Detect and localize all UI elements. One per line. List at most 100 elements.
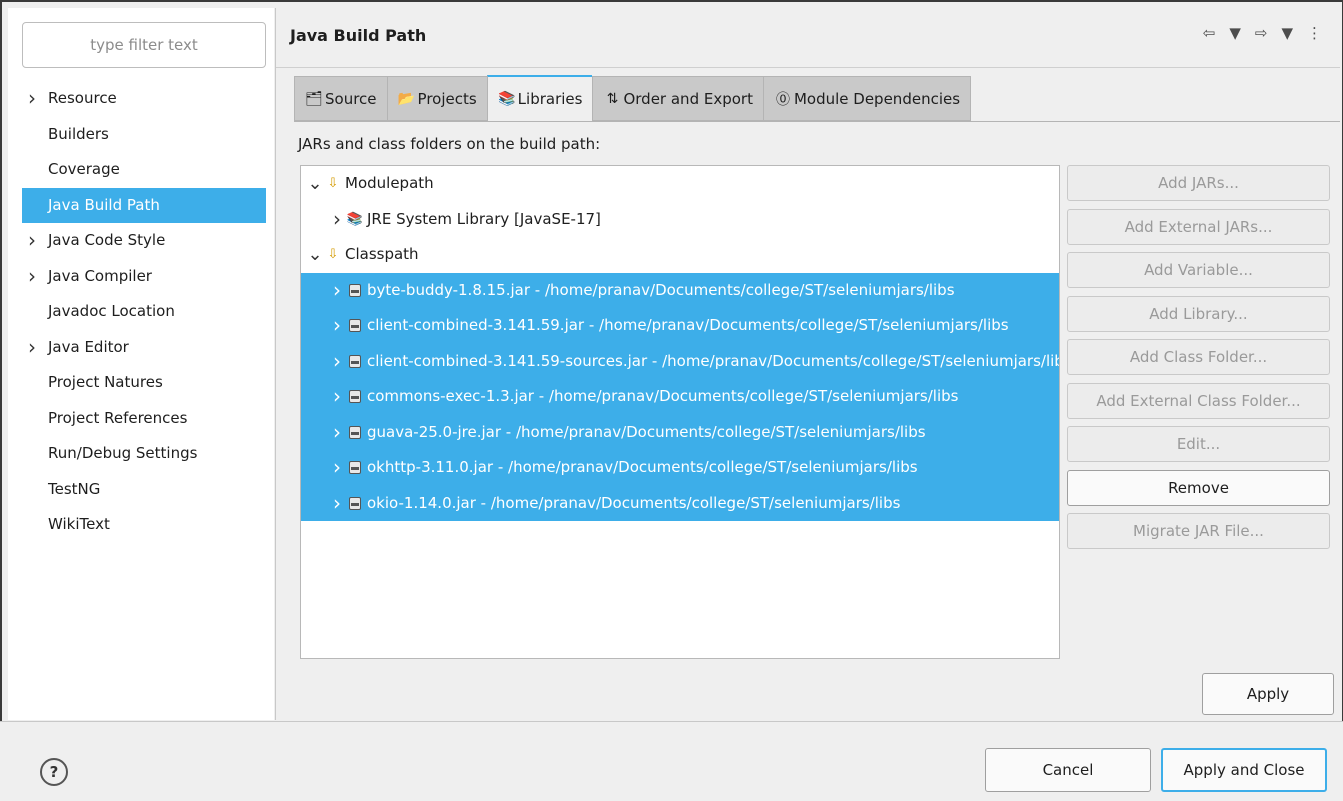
add-external-jars-button[interactable]: Add External JARs... xyxy=(1067,208,1330,245)
tab-bar: 🗂 Source 📂 Projects 📚 Libraries ⇅ Order and Exp… xyxy=(294,75,972,121)
tree-row[interactable]: › client-combined-3.141.59-sources.jar - … xyxy=(301,343,1059,380)
tree-row[interactable]: › okhttp-3.11.0.jar - /home/pranav/Docume… xyxy=(301,450,1059,486)
edit-button[interactable]: Edit... xyxy=(1067,426,1330,462)
add-jars-button[interactable]: Add JARs... xyxy=(1067,165,1330,201)
chevron-right-icon[interactable]: › xyxy=(28,81,44,116)
apply-button[interactable]: Apply xyxy=(1202,673,1334,715)
nav-item-java-code-style[interactable]: › Java Code Style xyxy=(22,223,266,259)
jar-icon xyxy=(345,379,365,415)
nav-item-project-natures[interactable]: Project Natures xyxy=(22,365,266,401)
jar-icon xyxy=(345,273,365,309)
chevron-right-icon[interactable]: › xyxy=(28,330,44,365)
build-path-pane: Java Build Path ⇦ ▼ ⇨ ▼ ⋮ 🗂 Source 📂 Projec… xyxy=(275,8,1340,720)
page-title: Java Build Path xyxy=(290,26,427,45)
nav-item-label: Javadoc Location xyxy=(48,302,175,320)
tree-row[interactable]: ⌄ ⇩ Classpath xyxy=(301,237,1059,273)
tree-row-label: okhttp-3.11.0.jar - /home/pranav/Documen… xyxy=(367,458,918,476)
tree-row-label: client-combined-3.141.59-sources.jar - /… xyxy=(367,351,1059,370)
back-arrow-icon[interactable]: ⇦ xyxy=(1203,24,1216,42)
properties-navigation: ›ResourceBuildersCoverageJava Build Path… xyxy=(8,8,274,720)
nav-item-java-build-path[interactable]: Java Build Path xyxy=(22,187,266,223)
add-external-class-folder-button[interactable]: Add External Class Folder... xyxy=(1067,382,1330,419)
tree-row-label: client-combined-3.141.59.jar - /home/pra… xyxy=(367,316,1009,334)
filter-input[interactable] xyxy=(22,22,266,68)
tree-row-label: commons-exec-1.3.jar - /home/pranav/Docu… xyxy=(367,387,959,405)
add-library-button[interactable]: Add Library... xyxy=(1067,295,1330,332)
tree-row-label: Modulepath xyxy=(345,174,434,192)
nav-item-label: Resource xyxy=(48,89,117,107)
tree-row[interactable]: › client-combined-3.141.59.jar - /home/pr… xyxy=(301,308,1059,344)
jar-icon xyxy=(345,450,365,486)
forward-arrow-icon[interactable]: ⇨ xyxy=(1255,24,1268,42)
tab-label: Module Dependencies xyxy=(793,89,961,108)
module-dependencies-icon: ⓪ xyxy=(775,91,790,108)
apply-and-close-button[interactable]: Apply and Close xyxy=(1161,748,1327,792)
forward-menu-icon[interactable]: ▼ xyxy=(1281,24,1293,42)
classpath-icon: ⇩ xyxy=(327,247,339,262)
tree-row-label: okio-1.14.0.jar - /home/pranav/Documents… xyxy=(367,493,901,512)
nav-item-javadoc-location[interactable]: Javadoc Location xyxy=(22,294,266,330)
tab-label: Libraries xyxy=(517,90,583,108)
add-variable-button[interactable]: Add Variable... xyxy=(1067,252,1330,288)
jar-icon xyxy=(345,308,365,344)
tree-row[interactable]: › 📚 JRE System Library [JavaSE-17] xyxy=(301,202,1059,238)
tab-libraries[interactable]: 📚 Libraries xyxy=(486,75,593,121)
more-options-icon[interactable]: ⋮ xyxy=(1307,24,1322,42)
chevron-right-icon[interactable]: › xyxy=(28,259,44,294)
jar-icon xyxy=(345,486,365,522)
nav-item-java-compiler[interactable]: › Java Compiler xyxy=(22,259,266,295)
nav-item-wikitext[interactable]: WikiText xyxy=(22,507,266,543)
nav-item-java-editor[interactable]: › Java Editor xyxy=(22,330,266,366)
jar-icon xyxy=(345,344,365,380)
nav-item-label: Coverage xyxy=(48,160,120,178)
tab-label: Order and Export xyxy=(623,89,753,108)
cancel-button[interactable]: Cancel xyxy=(985,748,1151,792)
side-button-column: Add JARs... Add External JARs... Add Varia… xyxy=(1067,165,1330,557)
nav-item-label: Builders xyxy=(48,124,109,143)
nav-item-builders[interactable]: Builders xyxy=(22,117,266,153)
chevron-right-icon[interactable]: › xyxy=(28,223,44,258)
build-path-tree[interactable]: ⌄ ⇩ Modulepath › 📚 JRE System Library [JavaSE… xyxy=(300,165,1060,659)
tab-source[interactable]: 🗂 Source xyxy=(294,76,387,121)
nav-item-label: Java Editor xyxy=(48,337,129,356)
tab-module-dependencies[interactable]: ⓪ Module Dependencies xyxy=(762,76,972,121)
chevron-right-icon[interactable]: › xyxy=(329,273,345,308)
page-header: Java Build Path ⇦ ▼ ⇨ ▼ ⋮ xyxy=(276,8,1340,68)
nav-item-run-debug-settings[interactable]: Run/Debug Settings xyxy=(22,436,266,472)
nav-item-coverage[interactable]: Coverage xyxy=(22,152,266,188)
add-class-folder-button[interactable]: Add Class Folder... xyxy=(1067,339,1330,375)
migrate-jar-file-button[interactable]: Migrate JAR File... xyxy=(1067,513,1330,549)
chevron-right-icon[interactable]: › xyxy=(329,450,345,485)
tree-row[interactable]: › byte-buddy-1.8.15.jar - /home/pranav/Do… xyxy=(301,272,1059,309)
chevron-right-icon[interactable]: › xyxy=(329,415,345,450)
modulepath-icon: ⇩ xyxy=(327,176,339,191)
tree-row-label: guava-25.0-jre.jar - /home/pranav/Docume… xyxy=(367,422,926,441)
help-icon[interactable]: ? xyxy=(40,758,68,786)
tab-order-and-export[interactable]: ⇅ Order and Export xyxy=(592,76,763,121)
tree-row[interactable]: ⌄ ⇩ Modulepath xyxy=(301,166,1059,202)
chevron-right-icon[interactable]: › xyxy=(329,486,345,521)
remove-button[interactable]: Remove xyxy=(1067,469,1330,506)
chevron-down-icon[interactable]: ⌄ xyxy=(307,237,323,272)
tree-row[interactable]: › okio-1.14.0.jar - /home/pranav/Document… xyxy=(301,485,1059,522)
nav-item-label: Java Build Path xyxy=(48,195,160,214)
chevron-right-icon[interactable]: › xyxy=(329,308,345,343)
nav-item-testng[interactable]: TestNG xyxy=(22,472,266,508)
tab-label: Source xyxy=(325,89,377,108)
chevron-right-icon[interactable]: › xyxy=(329,379,345,414)
chevron-right-icon[interactable]: › xyxy=(329,202,345,237)
tree-row[interactable]: › commons-exec-1.3.jar - /home/pranav/Doc… xyxy=(301,379,1059,415)
nav-item-project-references[interactable]: Project References xyxy=(22,401,266,437)
tab-projects[interactable]: 📂 Projects xyxy=(386,76,487,121)
library-icon: 📚 xyxy=(346,211,364,227)
chevron-right-icon[interactable]: › xyxy=(329,344,345,379)
section-label: JARs and class folders on the build path… xyxy=(298,135,601,153)
tab-divider xyxy=(294,121,1340,122)
nav-item-resource[interactable]: › Resource xyxy=(22,81,266,117)
back-menu-icon[interactable]: ▼ xyxy=(1229,24,1241,42)
tab-label: Projects xyxy=(417,89,477,108)
chevron-down-icon[interactable]: ⌄ xyxy=(307,166,323,201)
history-controls: ⇦ ▼ ⇨ ▼ ⋮ xyxy=(1203,24,1322,42)
tree-row[interactable]: › guava-25.0-jre.jar - /home/pranav/Docum… xyxy=(301,414,1059,450)
tree-row-label: JRE System Library [JavaSE-17] xyxy=(367,209,601,228)
